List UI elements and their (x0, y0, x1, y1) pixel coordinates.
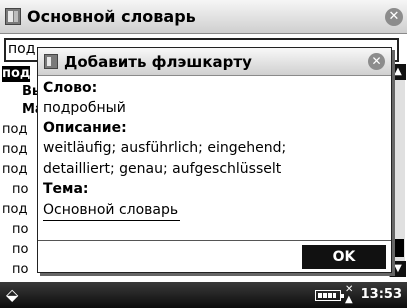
dialog-body: Слово: подробный Описание: weitläufig; a… (43, 79, 388, 221)
scroll-thumb[interactable] (392, 239, 404, 257)
list-item[interactable]: под (2, 162, 27, 178)
clock[interactable]: 13:53 (361, 287, 402, 302)
topic-label: Тема: (43, 181, 89, 197)
list-item[interactable]: под (2, 122, 27, 138)
chevron-up-icon[interactable]: ▲ (390, 64, 406, 80)
word-label: Слово: (43, 80, 98, 96)
list-item[interactable]: под (2, 142, 27, 158)
chevron-down-icon[interactable]: ▼ (390, 261, 406, 277)
dictionary-icon (44, 54, 58, 69)
dialog-title: Добавить флэшкарту (64, 53, 252, 71)
word-value: подробный (43, 100, 126, 116)
list-item[interactable]: под (2, 66, 30, 82)
description-line-2: detailliert; genau; aufgeschlüsselt (43, 161, 282, 177)
list-item[interactable]: по (12, 182, 28, 198)
battery-icon (315, 290, 344, 301)
window-title: Основной словарь (27, 7, 196, 26)
list-item[interactable]: под (2, 202, 27, 218)
status-bar: ⬙ ✕ ▲ 13:53 (0, 282, 407, 308)
description-line-1: weitläufig; ausführlich; eingehend; (43, 140, 287, 156)
dictionary-icon (5, 8, 21, 25)
signal-icon: ✕ ▲ (345, 284, 354, 305)
divider (38, 240, 391, 241)
add-flashcard-dialog: Добавить флэшкарту ✕ Слово: подробный Оп… (37, 47, 392, 273)
list-item[interactable]: по (12, 262, 28, 278)
close-icon[interactable]: ✕ (368, 53, 385, 70)
description-label: Описание: (43, 120, 127, 136)
list-item[interactable]: по (12, 242, 28, 258)
close-icon[interactable]: ✕ (385, 8, 403, 26)
list-item[interactable]: по (12, 222, 28, 238)
start-menu-icon[interactable]: ⬙ (6, 286, 24, 304)
ok-button[interactable]: OK (302, 245, 386, 269)
topic-link[interactable]: Основной словарь (43, 200, 181, 221)
dialog-title-bar: Добавить флэшкарту ✕ (38, 48, 391, 76)
title-bar: Основной словарь ✕ (0, 0, 407, 34)
